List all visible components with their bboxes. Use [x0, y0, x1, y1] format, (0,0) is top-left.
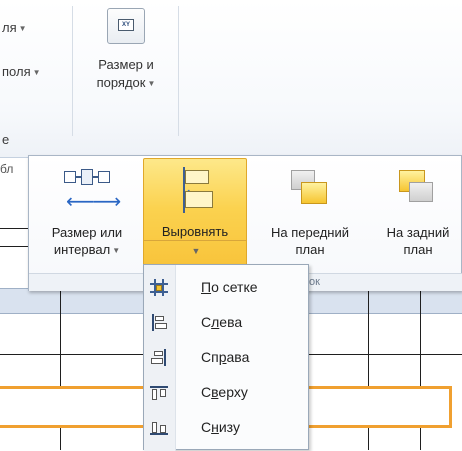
menu-item-label: Справа — [201, 349, 250, 365]
size-order-label-line1: Размер и — [98, 57, 154, 72]
menu-item-align-bottom[interactable]: Снизу — [144, 411, 308, 444]
chevron-down-icon: ▼ — [32, 68, 41, 77]
size-order-label-line2: порядок ▼ — [80, 74, 172, 93]
send-to-back-button[interactable]: На задний план — [373, 158, 462, 270]
size-spacing-icon: ⟵⟶ — [64, 166, 121, 212]
align-button[interactable]: ⇐ Выровнять ▼ — [143, 158, 247, 270]
ribbon-item-partial-2-label: поля — [2, 64, 31, 79]
size-spacing-label-text: интервал — [53, 242, 111, 257]
panel-group-label-text: ок — [309, 276, 320, 288]
bring-to-front-button[interactable]: На передний план — [249, 158, 371, 270]
send-to-back-icon — [395, 166, 441, 212]
align-left-icon — [150, 314, 168, 331]
ribbon-item-partial-1[interactable]: ля ▼ — [2, 20, 27, 35]
ribbon-item-partial-1-label: ля — [2, 20, 17, 35]
align-label: Выровнять — [161, 224, 229, 239]
send-to-back-label-line1: На задний — [386, 225, 450, 240]
chevron-down-icon: ▼ — [18, 24, 27, 33]
ribbon-item-partial-2[interactable]: поля ▼ — [2, 64, 41, 79]
ribbon-group-label-partial: е — [2, 132, 10, 147]
align-top-icon — [150, 384, 168, 401]
menu-item-align-top[interactable]: Сверху — [144, 376, 308, 409]
ribbon-background: ля ▼ поля ▼ е XY Размер и порядок ▼ — [0, 0, 462, 158]
align-bottom-icon — [150, 419, 168, 436]
grid-cell-text: бл — [0, 162, 14, 176]
bring-to-front-label-line2: план — [295, 242, 325, 257]
chevron-down-icon: ▼ — [112, 246, 121, 255]
split-divider — [144, 240, 246, 241]
bring-to-front-label-line1: На передний — [271, 225, 349, 240]
chevron-down-icon: ▼ — [191, 246, 201, 256]
chevron-down-icon: ▼ — [147, 79, 156, 88]
size-order-icon: XY — [107, 8, 145, 44]
ribbon-separator — [178, 6, 179, 136]
ribbon-separator — [72, 6, 73, 136]
send-to-back-label-line2: план — [403, 242, 433, 257]
align-icon: ⇐ — [172, 167, 218, 213]
snap-to-grid-icon — [150, 279, 168, 296]
align-submenu: По сетке Слева Справа Сверху Снизу — [143, 264, 309, 451]
menu-item-label: Сверху — [201, 384, 248, 400]
menu-item-label: Слева — [201, 314, 243, 330]
menu-item-label: По сетке — [201, 279, 258, 295]
size-spacing-label-line1: Размер или — [51, 225, 123, 240]
size-spacing-button[interactable]: ⟵⟶ Размер или интервал ▼ — [33, 158, 141, 270]
size-order-label-text: порядок — [96, 75, 146, 90]
align-right-icon — [150, 349, 168, 366]
bring-to-front-icon — [287, 166, 333, 212]
menu-item-label: Снизу — [201, 419, 240, 435]
menu-item-align-left[interactable]: Слева — [144, 306, 308, 339]
size-and-order-button[interactable]: XY Размер и порядок ▼ — [80, 8, 172, 93]
menu-item-snap-to-grid[interactable]: По сетке — [144, 271, 308, 304]
menu-item-align-right[interactable]: Справа — [144, 341, 308, 374]
size-order-icon-glyph: XY — [118, 19, 134, 31]
size-spacing-label-line2: интервал ▼ — [33, 241, 141, 259]
